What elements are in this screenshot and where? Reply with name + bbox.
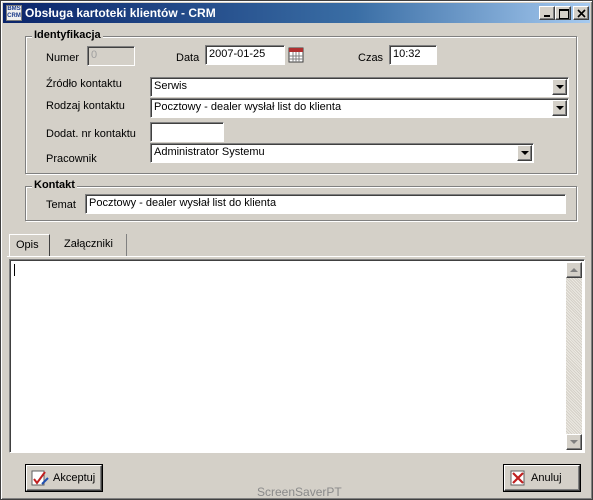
- data-label: Data: [176, 52, 200, 64]
- accept-button[interactable]: Akceptuj: [26, 465, 102, 491]
- scroll-up-icon[interactable]: [566, 262, 582, 278]
- zrodlo-select[interactable]: Serwis: [150, 77, 569, 97]
- title-bar[interactable]: BMS CRM Obsługa kartoteki klientów - CRM: [3, 3, 590, 23]
- tab-opis[interactable]: Opis: [9, 234, 50, 256]
- crm-app-icon[interactable]: BMS CRM: [6, 5, 22, 21]
- calendar-icon: [288, 47, 304, 63]
- close-icon: [577, 9, 586, 18]
- zrodlo-value: Serwis: [154, 80, 188, 92]
- pracownik-label: Pracownik: [46, 153, 97, 165]
- dodat-field[interactable]: [150, 122, 224, 142]
- czas-label: Czas: [358, 52, 384, 64]
- cancel-label: Anuluj: [531, 472, 562, 484]
- watermark-text: ScreenSaverPT: [257, 485, 342, 499]
- window-title: Obsługa kartoteki klientów - CRM: [25, 6, 216, 20]
- zrodlo-label: Źródło kontaktu: [46, 78, 122, 90]
- pracownik-value: Administrator Systemu: [154, 146, 265, 158]
- icon-line-2: CRM: [7, 13, 21, 19]
- rodzaj-label: Rodzaj kontaktu: [46, 100, 125, 112]
- minimize-button[interactable]: [539, 6, 555, 20]
- chevron-down-icon[interactable]: [552, 100, 567, 116]
- temat-label: Temat: [46, 199, 76, 211]
- identyfikacja-title: Identyfikacja: [32, 29, 103, 41]
- numer-label: Numer: [46, 52, 80, 64]
- icon-line-1: BMS: [7, 6, 21, 12]
- vertical-scrollbar[interactable]: [566, 262, 582, 450]
- numer-field[interactable]: 0: [87, 46, 135, 66]
- kontakt-title: Kontakt: [32, 179, 77, 191]
- chevron-down-icon[interactable]: [552, 79, 567, 95]
- tab-zalaczniki[interactable]: Załączniki: [58, 234, 127, 256]
- chevron-down-icon[interactable]: [517, 145, 532, 161]
- scroll-down-icon[interactable]: [566, 434, 582, 450]
- dodat-label: Dodat. nr kontaktu: [46, 128, 136, 140]
- text-caret: [14, 264, 15, 276]
- opis-memo[interactable]: [9, 259, 585, 453]
- calendar-button[interactable]: [287, 45, 305, 65]
- data-field[interactable]: 2007-01-25: [205, 45, 285, 65]
- cancel-button[interactable]: Anuluj: [504, 465, 580, 491]
- czas-field[interactable]: 10:32: [389, 45, 437, 65]
- close-button[interactable]: [573, 6, 589, 20]
- checkmark-pencil-icon: [31, 470, 49, 486]
- rodzaj-select[interactable]: Pocztowy - dealer wysłał list do klienta: [150, 98, 569, 118]
- tab-strip-line: [7, 256, 585, 257]
- temat-field[interactable]: Pocztowy - dealer wysłał list do klienta: [85, 194, 566, 214]
- rodzaj-value: Pocztowy - dealer wysłał list do klienta: [154, 101, 342, 113]
- pracownik-select[interactable]: Administrator Systemu: [150, 143, 534, 163]
- accept-label: Akceptuj: [53, 472, 96, 484]
- cancel-x-icon: [510, 470, 525, 486]
- crm-window: BMS CRM Obsługa kartoteki klientów - CRM…: [0, 0, 593, 500]
- maximize-button[interactable]: [555, 6, 571, 20]
